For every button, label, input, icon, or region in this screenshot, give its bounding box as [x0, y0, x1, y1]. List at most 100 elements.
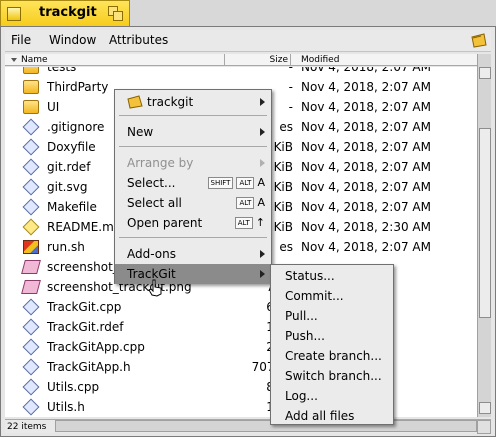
item-count: 22 items	[7, 422, 47, 432]
file-modified: Nov 4, 2018, 2:30 AM	[301, 220, 431, 234]
source-file-icon	[22, 398, 40, 416]
close-box[interactable]	[7, 7, 21, 21]
generic-file-icon	[22, 118, 40, 136]
scroll-thumb[interactable]	[479, 128, 491, 318]
folder-icon	[23, 100, 39, 114]
file-modified: Nov 4, 2018, 2:07 AM	[301, 67, 431, 74]
file-name: UI	[47, 100, 60, 114]
column-size[interactable]: Size	[225, 54, 291, 66]
menu-item-open-parent[interactable]: Open parent ALT ↑	[115, 213, 271, 233]
file-name: Utils.cpp	[47, 380, 100, 394]
shortcut: ALT ↑	[234, 213, 265, 233]
file-row[interactable]: Utils.h1.14	[5, 397, 477, 417]
file-name: README.mc	[47, 220, 121, 234]
file-name: Makefile	[47, 200, 97, 214]
vertical-scrollbar[interactable]	[477, 54, 491, 417]
window-tab[interactable]: trackgit	[0, 0, 130, 27]
file-row[interactable]: TrackGitApp.cpp2.73	[5, 337, 477, 357]
generic-file-icon	[22, 178, 40, 196]
file-name: run.sh	[47, 240, 85, 254]
hand-cursor-icon	[148, 279, 164, 297]
file-name: git.rdef	[47, 160, 91, 174]
source-file-icon	[22, 298, 40, 316]
separator	[119, 146, 267, 147]
submenu-item-pull[interactable]: Pull...	[271, 306, 393, 326]
generic-file-icon	[22, 158, 40, 176]
file-name: TrackGit.rdef	[47, 320, 124, 334]
file-row[interactable]: TrackGit.rdef1.45	[5, 317, 477, 337]
window-title: trackgit	[39, 5, 97, 20]
file-name: TrackGitApp.h	[47, 360, 131, 374]
file-name: ThirdParty	[47, 80, 109, 94]
file-modified: Nov 4, 2018, 2:07 AM	[301, 200, 431, 214]
scroll-up-arrow[interactable]	[479, 67, 491, 79]
source-file-icon	[22, 318, 40, 336]
file-row[interactable]: TrackGitApp.h707 by	[5, 357, 477, 377]
file-size: -	[288, 67, 293, 74]
submenu-item-status[interactable]: Status...	[271, 266, 393, 286]
image-file-icon	[21, 260, 41, 274]
file-modified: Nov 4, 2018, 2:07 AM	[301, 80, 431, 94]
menu-item-trackgit[interactable]: TrackGit	[115, 264, 271, 284]
submenu-arrow-icon	[260, 98, 265, 106]
menu-file[interactable]: File	[11, 33, 31, 47]
file-modified: Nov 4, 2018, 2:07 AM	[301, 100, 431, 114]
scroll-down-arrow[interactable]	[479, 402, 491, 414]
file-name: Doxyfile	[47, 140, 96, 154]
horizontal-scrollbar[interactable]	[55, 420, 477, 432]
folder-icon	[23, 67, 39, 74]
file-name: TrackGitApp.cpp	[47, 340, 145, 354]
file-modified: Nov 4, 2018, 2:07 AM	[301, 240, 431, 254]
separator	[119, 115, 267, 116]
file-name: screenshot_	[47, 260, 119, 274]
column-modified[interactable]: Modified	[291, 54, 477, 66]
shortcut: ALT A	[236, 193, 265, 213]
source-file-icon	[22, 358, 40, 376]
file-modified: Nov 4, 2018, 2:07 AM	[301, 160, 431, 174]
submenu-arrow-icon	[260, 250, 265, 258]
sort-indicator-icon	[11, 58, 17, 62]
folder-icon	[127, 95, 143, 115]
generic-file-icon	[22, 138, 40, 156]
file-row[interactable]: Utils.cpp8.04	[5, 377, 477, 397]
submenu-item-commit[interactable]: Commit...	[271, 286, 393, 306]
source-file-icon	[22, 378, 40, 396]
source-file-icon	[22, 338, 40, 356]
menu-bar: File Window Attributes	[5, 30, 491, 52]
readme-icon	[22, 218, 40, 236]
menu-item-select[interactable]: Select... SHIFT ALT A	[115, 173, 271, 193]
menu-item-arrange-by: Arrange by	[115, 153, 271, 173]
submenu-item-push[interactable]: Push...	[271, 326, 393, 346]
tracker-folder-icon[interactable]	[471, 32, 487, 51]
submenu-item-create-branch[interactable]: Create branch...	[271, 346, 393, 366]
submenu-item-switch-branch[interactable]: Switch branch...	[271, 366, 393, 386]
script-icon	[23, 240, 39, 254]
file-modified: Nov 4, 2018, 2:07 AM	[301, 120, 431, 134]
zoom-box[interactable]	[108, 6, 124, 22]
context-menu: trackgit New Arrange by Select... SHIFT A…	[114, 89, 272, 284]
menu-item-trackgit-folder[interactable]: trackgit	[115, 92, 271, 112]
menu-item-add-ons[interactable]: Add-ons	[115, 244, 271, 264]
column-name[interactable]: Name	[5, 54, 225, 66]
submenu-arrow-icon	[260, 159, 265, 167]
submenu-arrow-icon	[260, 128, 265, 136]
menu-item-new[interactable]: New	[115, 122, 271, 142]
shortcut: SHIFT ALT A	[207, 173, 265, 193]
file-row[interactable]: TrackGit.cpp6.03	[5, 297, 477, 317]
file-row[interactable]: tests - Nov 4, 2018, 2:07 AM	[5, 67, 477, 77]
file-modified: Nov 4, 2018, 2:07 AM	[301, 180, 431, 194]
submenu-arrow-icon	[260, 270, 265, 278]
generic-file-icon	[22, 198, 40, 216]
file-modified: Nov 4, 2018, 2:07 AM	[301, 140, 431, 154]
separator	[119, 237, 267, 238]
resize-handle[interactable]	[477, 420, 491, 434]
menu-attributes[interactable]: Attributes	[109, 33, 168, 47]
file-name: Utils.h	[47, 400, 85, 414]
file-name: tests	[47, 67, 77, 74]
menu-item-select-all[interactable]: Select all ALT A	[115, 193, 271, 213]
image-file-icon	[21, 280, 41, 294]
file-name: TrackGit.cpp	[47, 300, 122, 314]
submenu-item-log[interactable]: Log...	[271, 386, 393, 406]
submenu-item-add-all-files[interactable]: Add all files	[271, 406, 393, 426]
menu-window[interactable]: Window	[49, 33, 96, 47]
